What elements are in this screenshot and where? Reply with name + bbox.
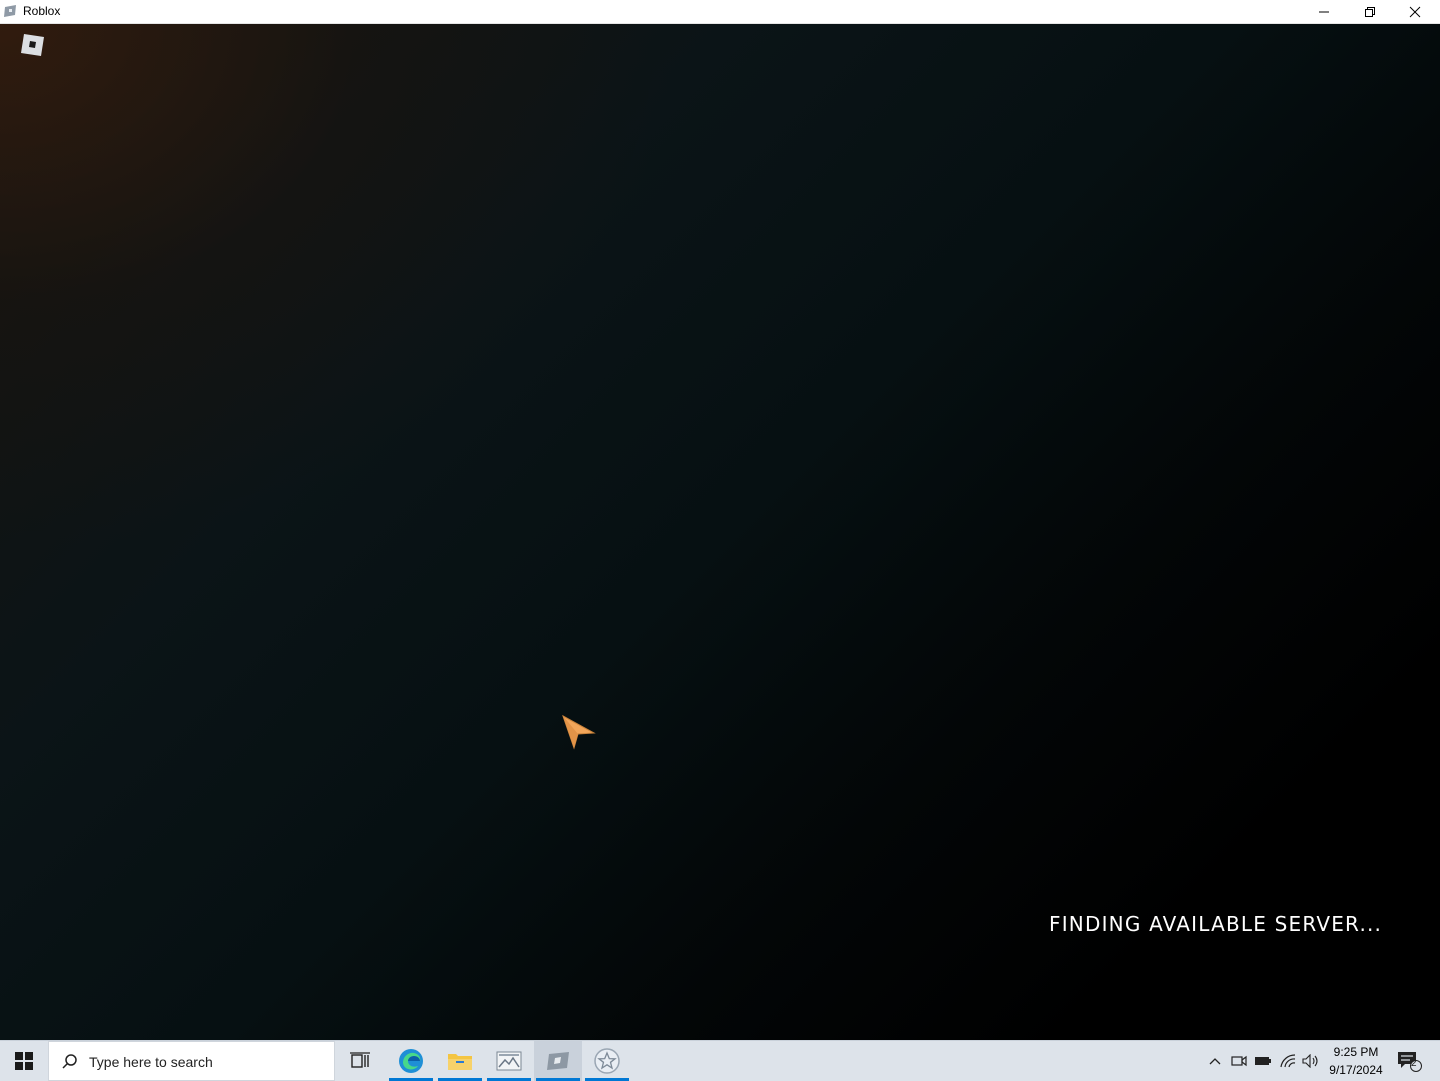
restore-icon [1365,6,1375,17]
taskbar-app-star[interactable] [583,1041,631,1081]
minimize-icon [1319,11,1329,12]
battery-icon [1255,1057,1271,1065]
notification-count: 2 [1411,1058,1417,1069]
photos-icon [496,1051,522,1071]
taskbar-app-edge[interactable] [387,1041,435,1081]
taskbar-app-file-explorer[interactable] [436,1041,484,1081]
close-button[interactable] [1392,0,1438,23]
notification-icon [1398,1052,1422,1072]
window-title: Roblox [23,4,61,18]
wifi-icon [1280,1054,1296,1068]
show-hidden-icons-button[interactable] [1205,1041,1225,1081]
taskbar-clock[interactable]: 9:25 PM 9/17/2024 [1322,1043,1390,1079]
edge-icon [399,1049,423,1073]
camera-icon [1231,1055,1247,1067]
roblox-icon [547,1052,569,1070]
windows-icon [15,1052,33,1070]
loading-status-text: FINDING AVAILABLE SERVER... [1049,912,1383,936]
restore-button[interactable] [1347,0,1393,23]
clock-time: 9:25 PM [1333,1045,1379,1059]
action-center-button[interactable]: 2 [1394,1041,1424,1081]
speaker-icon [1302,1054,1318,1068]
minimize-button[interactable] [1301,0,1347,23]
start-button[interactable] [0,1041,48,1081]
search-placeholder: Type here to search [89,1054,213,1070]
roblox-logo-icon[interactable] [17,29,47,59]
search-icon [62,1054,77,1069]
roblox-app-icon [4,5,16,17]
tray-battery[interactable] [1252,1041,1274,1081]
task-view-button[interactable] [336,1041,384,1081]
window-titlebar: Roblox [0,0,1440,24]
taskbar-app-roblox[interactable] [534,1041,582,1081]
chevron-up-icon [1209,1058,1221,1065]
taskbar-app-photos[interactable] [485,1041,533,1081]
tray-meet-now[interactable] [1228,1041,1250,1081]
clock-date: 9/17/2024 [1329,1063,1383,1077]
taskbar: Type here to search 9:25 PM 9/17/2024 2 [0,1040,1440,1081]
game-viewport[interactable]: FINDING AVAILABLE SERVER... [0,24,1440,1040]
tray-volume[interactable] [1300,1041,1322,1081]
task-view-icon [350,1052,370,1068]
mouse-cursor-icon [562,714,596,750]
close-icon [1409,6,1421,17]
star-app-icon [594,1048,620,1074]
tray-network[interactable] [1277,1041,1299,1081]
taskbar-search-box[interactable]: Type here to search [48,1041,335,1081]
file-explorer-icon [448,1054,472,1070]
